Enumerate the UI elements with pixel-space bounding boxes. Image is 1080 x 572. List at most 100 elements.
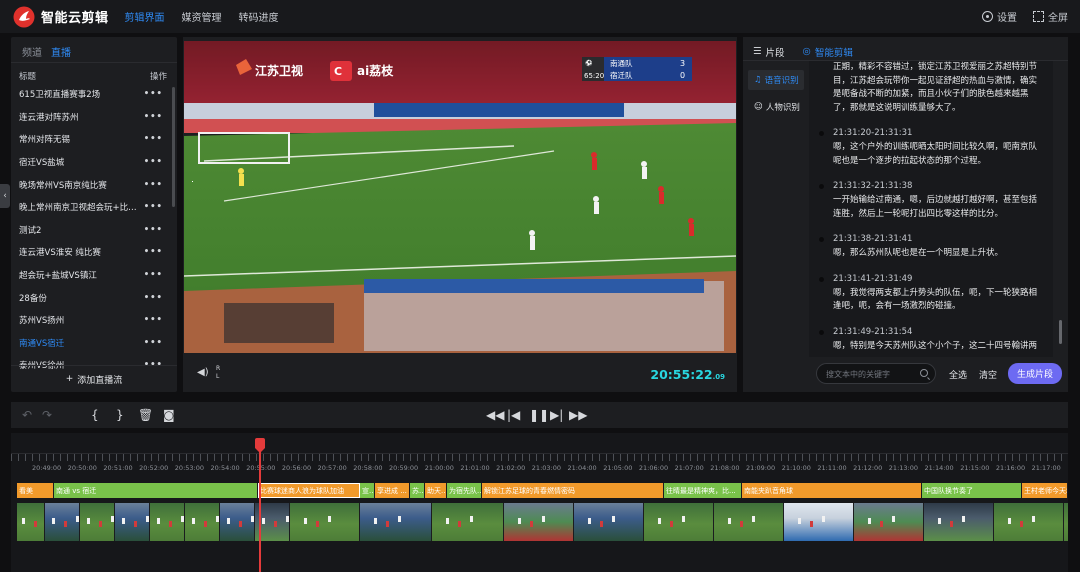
menu-face-recognition[interactable]: ☺ 人物识别 — [748, 97, 804, 117]
timeline-clip[interactable]: 享进成 ... — [375, 483, 410, 498]
svg-text:C: C — [334, 65, 342, 78]
timeline-clip[interactable]: 王村老师今天和 — [1022, 483, 1068, 498]
video-player[interactable]: ⚽ 65:20 南通队 宿迁队 3 0 江苏卫视 C ai荔枝 — [184, 41, 736, 353]
stream-list-item[interactable]: 615卫视直播赛事2场 ••• — [11, 83, 177, 106]
transcript-entry[interactable]: 21:31:20-21:31:31 嗯，这个户外的训练呃晒太阳时间比较久啊，呃南京… — [817, 127, 1045, 168]
column-title: 标题 — [19, 72, 37, 82]
ruler-label: 20:56:00 — [281, 464, 312, 472]
playhead[interactable] — [255, 438, 265, 572]
app-logo: 智能云剪辑 — [13, 6, 109, 28]
tab-live[interactable]: 直播 — [51, 44, 71, 62]
list-scrollbar[interactable] — [172, 87, 175, 207]
transcript-entry[interactable]: 21:31:32-21:31:38 一开始输给过南通，嗯，后边就越打越好啊，甚至包… — [817, 180, 1045, 221]
timeline-clip[interactable]: 往睛最是精神爽，比... — [664, 483, 742, 498]
timeline-clip[interactable]: 助天... — [425, 483, 447, 498]
mark-in-button[interactable]: { — [91, 408, 99, 422]
tab-segments[interactable]: ☰ 片段 — [753, 43, 785, 60]
more-icon[interactable]: ••• — [144, 338, 163, 348]
stream-list-item[interactable]: 连云港对阵苏州 ••• — [11, 106, 177, 129]
ruler-label: 20:53:00 — [174, 464, 204, 472]
more-icon[interactable]: ••• — [144, 202, 163, 212]
rewind-icon[interactable]: ◀◀ — [486, 408, 504, 422]
stream-list-item[interactable]: 宿迁VS盐城 ••• — [11, 151, 177, 174]
stream-list-item[interactable]: 超会玩+盐城VS镇江 ••• — [11, 264, 177, 287]
timeline-clip[interactable]: 中国队换节奏了 — [922, 483, 1022, 498]
ai-icon: ◎ — [802, 46, 811, 57]
stream-title: 南通VS宿迁 — [19, 338, 65, 349]
timeline-clip[interactable]: 南能夹趴音角球 — [742, 483, 922, 498]
transcript-entry[interactable]: 正期，精彩不容错过，锁定江苏卫视爱丽之苏超特别节目，江苏超会玩带你一起见证舒超的… — [817, 61, 1045, 115]
more-icon[interactable]: ••• — [144, 225, 163, 235]
timeline-clip[interactable]: 为宿先队... — [447, 483, 482, 498]
nav-transcode[interactable]: 转码进度 — [239, 9, 279, 24]
select-all-button[interactable]: 全选 — [949, 368, 967, 381]
timeline-clip[interactable]: 比赛球迷商人浪为球队加油 — [258, 483, 360, 498]
timeline[interactable]: 20:49:00 20:50:00 20:51:00 20:52:00 20:53:00… — [11, 433, 1068, 572]
transcript-scrollbar[interactable] — [1059, 320, 1062, 344]
step-forward-icon[interactable]: ▶| — [550, 408, 563, 422]
stream-list-item[interactable]: 28备份 ••• — [11, 286, 177, 309]
stream-list-item[interactable]: 南通VS宿迁 ••• — [11, 332, 177, 355]
undo-icon[interactable]: ↶ — [22, 408, 32, 422]
nav-media[interactable]: 媒资管理 — [182, 9, 222, 24]
time-ruler[interactable]: 20:49:00 20:50:00 20:51:00 20:52:00 20:53:00… — [11, 453, 1068, 475]
search-icon[interactable] — [920, 369, 928, 377]
logo-icon — [13, 6, 35, 27]
camera-icon[interactable]: ◙ — [163, 408, 175, 422]
step-back-icon[interactable]: |◀ — [507, 408, 520, 422]
redo-icon[interactable]: ↷ — [42, 408, 52, 422]
fast-forward-icon[interactable]: ▶▶ — [569, 408, 587, 422]
ruler-label: 20:51:00 — [103, 464, 133, 472]
timeline-clip[interactable]: 南通 vs 宿迁 — [54, 483, 258, 498]
timeline-clip[interactable]: 看美 — [17, 483, 54, 498]
timeline-clip[interactable]: 宣... — [360, 483, 375, 498]
menu-speech-recognition[interactable]: ♫ 语音识别 — [748, 70, 804, 90]
add-stream-button[interactable]: + 添加直播流 — [11, 365, 177, 392]
more-icon[interactable]: ••• — [144, 247, 163, 257]
nav-edit[interactable]: 剪辑界面 — [125, 9, 165, 24]
volume-icon[interactable]: ◀) — [197, 367, 209, 378]
timeline-clip[interactable]: 苏... — [410, 483, 425, 498]
ruler-label: 21:12:00 — [853, 464, 883, 472]
mark-out-button[interactable]: } — [116, 408, 124, 422]
clear-button[interactable]: 清空 — [979, 368, 997, 381]
entry-dot — [819, 237, 824, 242]
transcript-entry[interactable]: 21:31:49-21:31:54 嗯，特别是今天苏州队这个小个子，这二十四号翰讲… — [817, 326, 1045, 354]
stream-list-item[interactable]: 晚上常州南京卫视超会玩+比赛... ••• — [11, 196, 177, 219]
tab-channel[interactable]: 频道 — [22, 44, 42, 62]
stream-title: 超会玩+盐城VS镇江 — [19, 271, 97, 282]
stream-list-item[interactable]: 测试2 ••• — [11, 219, 177, 242]
list-icon: ☰ — [753, 46, 762, 57]
entry-dot — [819, 184, 824, 189]
ruler-label: 21:13:00 — [888, 464, 918, 472]
more-icon[interactable]: ••• — [144, 89, 163, 99]
more-icon[interactable]: ••• — [144, 134, 163, 144]
transcript-text: 嗯，这个户外的训练呃晒太阳时间比较久啊，呃南京队呢也是一个逐步的拉起状态的那个过… — [833, 142, 1038, 166]
fullscreen-button[interactable]: 全屏 — [1033, 9, 1068, 24]
ruler-label: 21:09:00 — [746, 464, 776, 472]
transcript-entry[interactable]: 21:31:38-21:31:41 嗯，那么苏州队呢也是在一个明显是上升状。 — [817, 233, 1045, 261]
more-icon[interactable]: ••• — [144, 157, 163, 167]
stream-list-item[interactable]: 晚场常州VS南京纯比赛 ••• — [11, 173, 177, 196]
transcript-time: 21:31:20-21:31:31 — [833, 128, 913, 138]
app-title: 智能云剪辑 — [41, 11, 109, 26]
generate-clip-button[interactable]: 生成片段 — [1008, 363, 1062, 384]
more-icon[interactable]: ••• — [144, 293, 163, 303]
more-icon[interactable]: ••• — [144, 112, 163, 122]
timeline-clip[interactable]: 解锁江苏足球的青春燃情密码 — [482, 483, 664, 498]
pause-icon[interactable]: ❚❚ — [529, 408, 549, 422]
more-icon[interactable]: ••• — [144, 270, 163, 280]
stream-list-item[interactable]: 常州对阵无锡 ••• — [11, 128, 177, 151]
transcript-entry[interactable]: 21:31:41-21:31:49 嗯，我觉得两支都上升势头的队伍，呃，下一轮狭路… — [817, 273, 1045, 314]
ruler-label: 20:58:00 — [353, 464, 383, 472]
tab-smart-edit[interactable]: ◎ 智能剪辑 — [803, 43, 853, 60]
settings-button[interactable]: 设置 — [982, 9, 1017, 24]
trash-icon[interactable]: 🗑 — [138, 408, 153, 422]
collapse-left-button[interactable]: ‹ — [0, 184, 10, 208]
more-icon[interactable]: ••• — [144, 315, 163, 325]
more-icon[interactable]: ••• — [144, 180, 163, 190]
stream-list-item[interactable]: 苏州VS扬州 ••• — [11, 309, 177, 332]
stream-list-item[interactable]: 连云港VS淮安 纯比赛 ••• — [11, 241, 177, 264]
transcript-list[interactable]: 正期，精彩不容错过，锁定江苏卫视爱丽之苏超特别节目，江苏超会玩带你一起见证舒超的… — [809, 61, 1053, 357]
keyword-search-input[interactable]: 搜文本中的关键字 — [816, 363, 936, 384]
